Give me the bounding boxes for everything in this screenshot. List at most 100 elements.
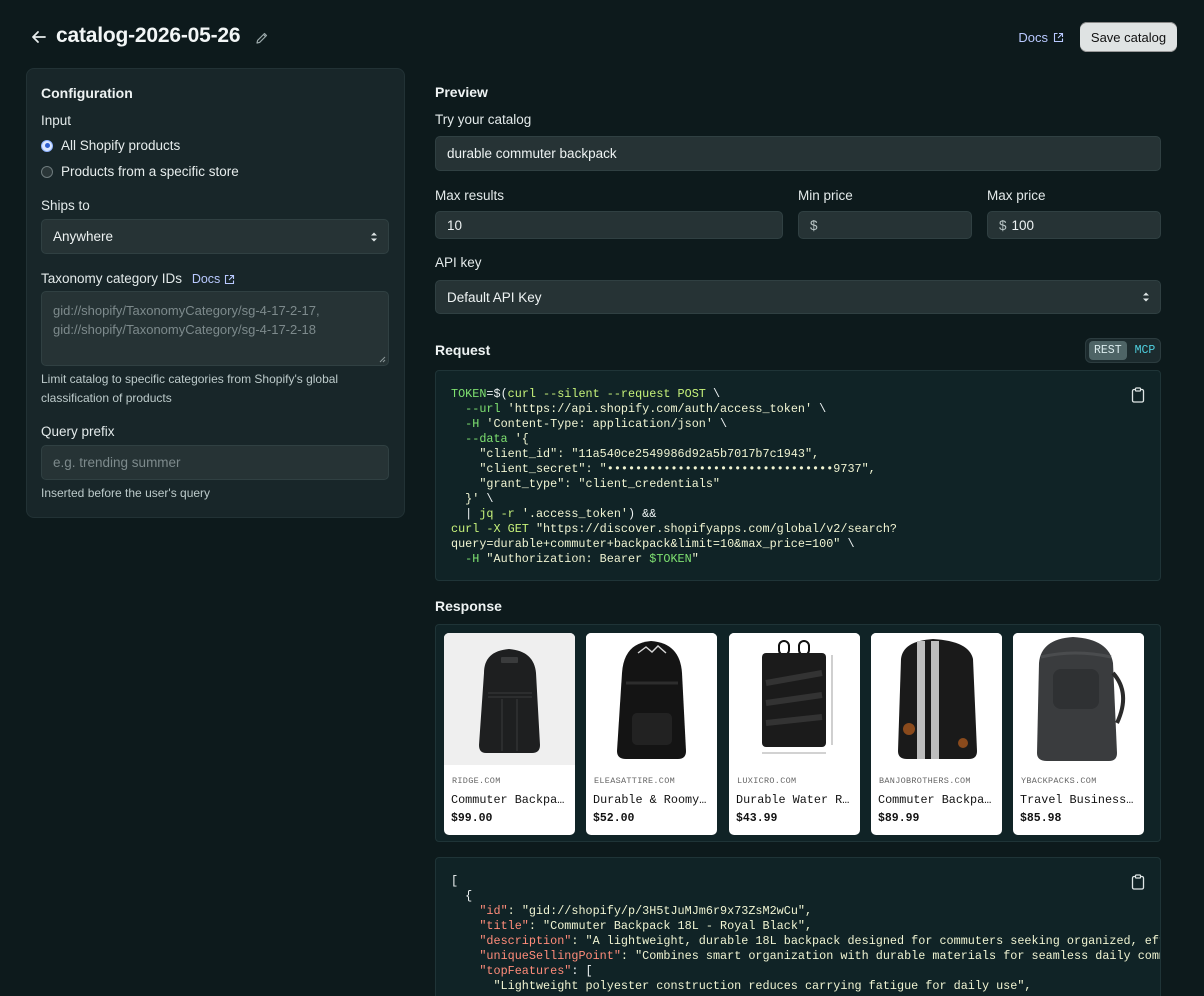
taxonomy-label-row: Taxonomy category IDs Docs	[41, 271, 235, 286]
code-string: "grant_type": "client_credentials"	[451, 477, 721, 491]
request-code-block: TOKEN=$(curl --silent --request POST \ -…	[435, 370, 1161, 581]
json-text: {	[451, 889, 473, 903]
code-token: TOKEN	[451, 387, 487, 401]
json-key: "id"	[479, 904, 508, 918]
clipboard-copy-icon[interactable]	[1131, 387, 1145, 403]
docs-link[interactable]: Docs	[1018, 30, 1064, 45]
external-link-icon	[225, 274, 235, 284]
product-title: Durable & Roomy Backpack	[593, 793, 711, 807]
product-price: $43.99	[736, 812, 778, 825]
code-string: '.access_token'	[514, 507, 629, 521]
resize-handle-icon[interactable]	[378, 355, 386, 363]
max-price-label: Max price	[987, 188, 1046, 203]
product-card[interactable]: YBACKPACKS.COM Travel Business Backpack …	[1013, 633, 1144, 835]
query-prefix-help: Inserted before the user's query	[41, 486, 211, 500]
product-store: ELEASATTIRE.COM	[594, 776, 676, 786]
mcp-tab[interactable]: MCP	[1130, 341, 1161, 360]
max-results-label: Max results	[435, 188, 505, 203]
json-value: : "A lightweight, durable 18L backpack d…	[571, 934, 1161, 948]
query-prefix-input[interactable]: e.g. trending summer	[41, 445, 389, 480]
rest-mcp-toggle: REST MCP	[1085, 338, 1161, 363]
max-price-input[interactable]: $ 100	[987, 211, 1161, 239]
code-string: '{	[507, 432, 529, 446]
api-key-value: Default API Key	[447, 289, 542, 305]
code-flag: -H	[451, 552, 480, 566]
json-value: : [	[571, 964, 593, 978]
external-link-icon	[1053, 32, 1064, 43]
product-title: Durable Water Resistant Pouch	[736, 793, 854, 807]
product-card[interactable]: RIDGE.COM Commuter Backpack 18L - Royal …	[444, 633, 575, 835]
search-query-value: durable commuter backpack	[447, 146, 617, 161]
json-key: "description"	[479, 934, 572, 948]
product-price: $52.00	[593, 812, 635, 825]
max-results-value: 10	[447, 217, 463, 233]
request-code: TOKEN=$(curl --silent --request POST \ -…	[451, 387, 897, 567]
taxonomy-textarea[interactable]: gid://shopify/TaxonomyCategory/sg-4-17-2…	[41, 291, 389, 366]
preview-title: Preview	[435, 84, 488, 100]
query-prefix-placeholder: e.g. trending summer	[53, 455, 181, 470]
radio-checked-icon	[41, 139, 53, 152]
configuration-title: Configuration	[41, 85, 133, 101]
json-key: "topFeatures"	[479, 964, 572, 978]
search-query-input[interactable]: durable commuter backpack	[435, 136, 1161, 171]
product-title: Commuter Backpack	[878, 793, 996, 807]
save-catalog-button[interactable]: Save catalog	[1080, 22, 1177, 52]
taxonomy-docs-link[interactable]: Docs	[192, 272, 235, 286]
min-price-input[interactable]: $	[798, 211, 972, 239]
try-catalog-label: Try your catalog	[435, 112, 532, 127]
code-flag: -H	[451, 417, 480, 431]
product-card[interactable]: LUXICRO.COM Durable Water Resistant Pouc…	[729, 633, 860, 835]
radio-all-shopify-label: All Shopify products	[61, 138, 181, 153]
select-arrows-icon	[371, 232, 377, 241]
code-flag: --data	[451, 432, 508, 446]
page-title: catalog-2026-05-26	[56, 24, 241, 47]
product-store: LUXICRO.COM	[737, 776, 797, 786]
configuration-panel: Configuration Input All Shopify products…	[26, 68, 405, 518]
input-label: Input	[41, 113, 72, 128]
code-text: \	[705, 387, 721, 401]
code-string: "Authorization: Bearer	[479, 552, 650, 566]
request-title: Request	[435, 342, 491, 358]
product-store: RIDGE.COM	[452, 776, 501, 786]
product-title: Commuter Backpack 18L - Royal Black	[451, 793, 569, 807]
product-image	[729, 633, 860, 765]
taxonomy-help-line-2: classification of products	[41, 391, 172, 405]
taxonomy-placeholder-line-1: gid://shopify/TaxonomyCategory/sg-4-17-2…	[53, 303, 320, 318]
product-card[interactable]: ELEASATTIRE.COM Durable & Roomy Backpack…	[586, 633, 717, 835]
ships-to-select[interactable]: Anywhere	[41, 219, 389, 254]
response-title: Response	[435, 598, 502, 614]
code-text: \	[479, 492, 494, 506]
code-string: "client_secret": "••••••••••••••••••••••…	[451, 462, 876, 476]
pencil-edit-icon[interactable]	[254, 30, 270, 46]
code-text: |	[451, 507, 480, 521]
api-key-label: API key	[435, 255, 482, 270]
product-price: $85.98	[1020, 812, 1062, 825]
code-token: $TOKEN	[649, 552, 692, 566]
product-price: $89.99	[878, 812, 920, 825]
radio-specific-store[interactable]: Products from a specific store	[41, 164, 239, 179]
json-text: [	[451, 874, 459, 888]
rest-tab[interactable]: REST	[1089, 341, 1127, 360]
code-string: query=durable+commuter+backpack&limit=10…	[451, 537, 841, 551]
max-results-input[interactable]: 10	[435, 211, 783, 239]
code-cmd: curl --silent --request POST	[507, 387, 706, 401]
taxonomy-help-line-1: Limit catalog to specific categories fro…	[41, 372, 339, 386]
response-json-block: [ { "id": "gid://shopify/p/3H5tJuMJm6r9x…	[435, 857, 1161, 996]
taxonomy-docs-label: Docs	[191, 272, 221, 286]
product-card[interactable]: BANJOBROTHERS.COM Commuter Backpack $89.…	[871, 633, 1002, 835]
taxonomy-label: Taxonomy category IDs	[41, 271, 183, 286]
product-image	[586, 633, 717, 765]
code-text: \	[840, 537, 855, 551]
back-arrow-icon[interactable]	[28, 26, 50, 48]
code-string: }'	[451, 492, 480, 506]
code-text: \	[812, 402, 827, 416]
product-carousel: RIDGE.COM Commuter Backpack 18L - Royal …	[435, 624, 1161, 842]
api-key-select[interactable]: Default API Key	[435, 280, 1161, 314]
code-text: ) &&	[628, 507, 657, 521]
product-image	[444, 633, 575, 765]
product-title: Travel Business Backpack	[1020, 793, 1138, 807]
code-cmd: curl -X GET	[451, 522, 529, 536]
max-price-currency: $	[999, 217, 1007, 233]
radio-all-shopify-products[interactable]: All Shopify products	[41, 138, 180, 153]
code-text: \	[712, 417, 728, 431]
